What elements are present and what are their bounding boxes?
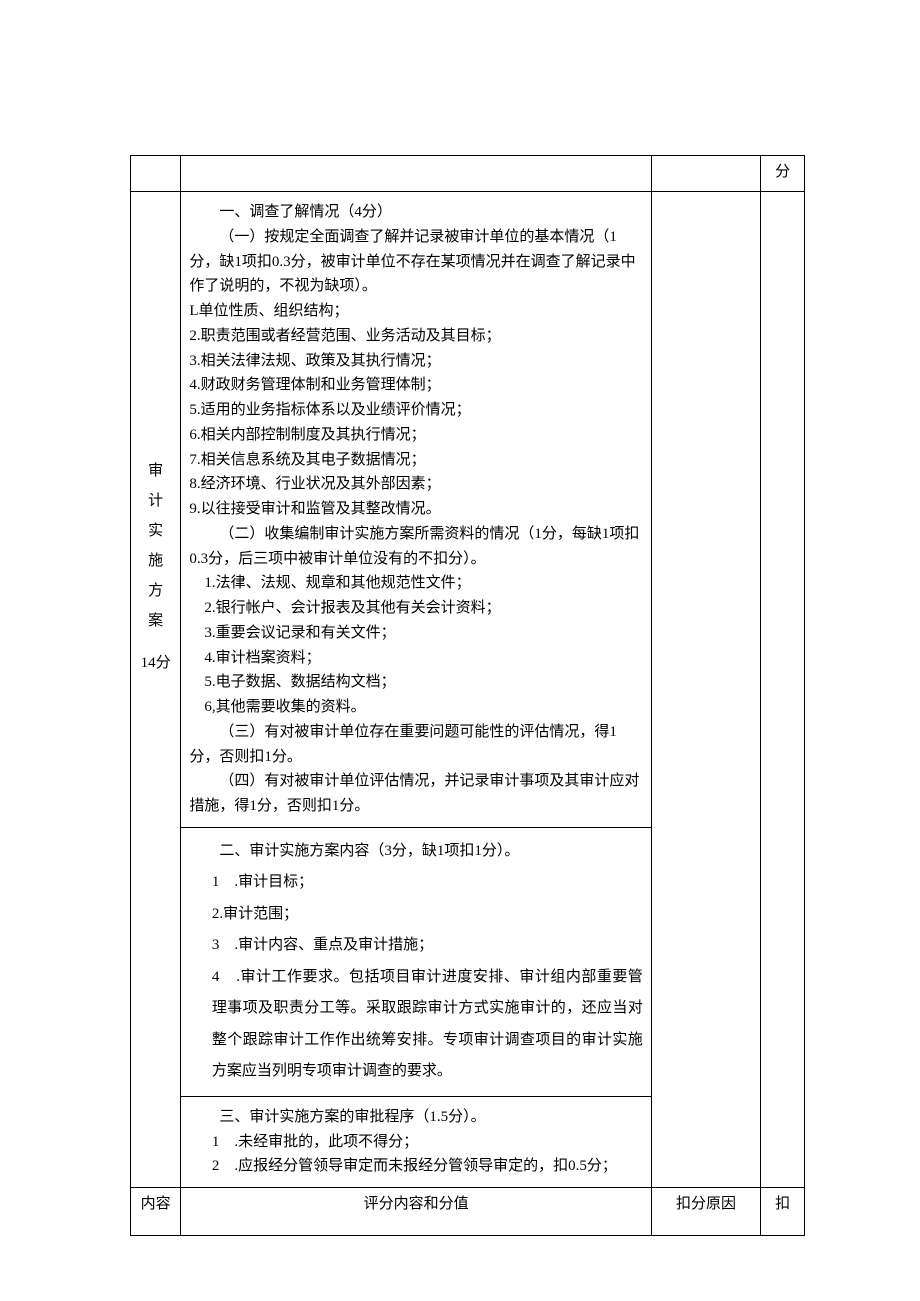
sec-a-item: 3.相关法律法规、政策及其执行情况； [189, 349, 642, 374]
section-a-content: 一、调查了解情况（4分） （一）按规定全面调查了解并记录被审计单位的基本情况（1… [181, 192, 651, 828]
label-score: 14分 [137, 648, 174, 678]
txt: .应报经分管领导审定而未报经分管领导审定的，扣0.5分； [234, 1158, 617, 1174]
footer-col-1: 内容 [131, 1188, 181, 1236]
sec-b-item-2: 2.审计范围； [189, 899, 642, 931]
num: 3 [212, 937, 220, 953]
sec-c-title: 三、审计实施方案的审批程序（1.5分）。 [189, 1105, 642, 1130]
num: 1 [212, 1134, 220, 1150]
label-char: 方 [137, 576, 174, 606]
top-blank-2 [181, 156, 651, 192]
label-char: 计 [137, 486, 174, 516]
deduct-reason-col [651, 192, 760, 1188]
sec-a-sub1: （一）按规定全面调查了解并记录被审计单位的基本情况（1分，缺1项扣0.3分，被审… [189, 225, 642, 299]
label-char: 实 [137, 516, 174, 546]
sec-a-item: 4.审计档案资料； [189, 646, 642, 671]
sec-a-item: 2.职责范围或者经营范围、业务活动及其目标； [189, 324, 642, 349]
sec-a-title: 一、调查了解情况（4分） [189, 200, 642, 225]
top-fen-cell: 分 [761, 156, 805, 192]
top-blank-3 [651, 156, 760, 192]
label-char: 案 [137, 606, 174, 636]
txt: .审计内容、重点及审计措施； [234, 937, 433, 953]
txt: .审计目标； [234, 874, 313, 890]
footer-col-3: 扣分原因 [651, 1188, 760, 1236]
sec-b-item-3: 3 .审计内容、重点及审计措施； [189, 930, 642, 962]
top-blank-1 [131, 156, 181, 192]
num: 2 [212, 1158, 220, 1174]
sec-a-item: 7.相关信息系统及其电子数据情况； [189, 448, 642, 473]
sec-a-item: 6,其他需要收集的资料。 [189, 695, 642, 720]
footer-col-4: 扣 [761, 1188, 805, 1236]
footer-col-2: 评分内容和分值 [181, 1188, 651, 1236]
num: 4 [212, 969, 220, 985]
num: 1 [212, 874, 220, 890]
sec-a-item: 5.适用的业务指标体系以及业绩评价情况； [189, 398, 642, 423]
scoring-table: 分 审 计 实 施 方 案 14分 一、调查了解情况（4分） （一）按规定全面调… [130, 155, 805, 1236]
sec-a-item: 4.财政财务管理体制和业务管理体制； [189, 373, 642, 398]
sec-b-item-1: 1 .审计目标； [189, 867, 642, 899]
sec-a-item: 8.经济环境、行业状况及其外部因素； [189, 472, 642, 497]
txt: .审计工作要求。包括项目审计进度安排、审计组内部重要管理事项及职责分工等。采取跟… [212, 969, 643, 1080]
sec-b-title: 二、审计实施方案内容（3分，缺1项扣1分）。 [189, 836, 642, 868]
label-char: 施 [137, 546, 174, 576]
sec-a-item: 6.相关内部控制制度及其执行情况； [189, 423, 642, 448]
section-c-content: 三、审计实施方案的审批程序（1.5分）。 1 .未经审批的，此项不得分； 2 .… [181, 1096, 651, 1187]
sec-a-item: L单位性质、组织结构； [189, 299, 642, 324]
sec-a-item: 1.法律、法规、规章和其他规范性文件； [189, 571, 642, 596]
sec-c-item-2: 2 .应报经分管领导审定而未报经分管领导审定的，扣0.5分； [189, 1154, 642, 1179]
label-char: 审 [137, 456, 174, 486]
section-b-content: 二、审计实施方案内容（3分，缺1项扣1分）。 1 .审计目标； 2.审计范围； … [181, 827, 651, 1096]
sec-a-item: 2.银行帐户、会计报表及其他有关会计资料； [189, 596, 642, 621]
txt: .未经审批的，此项不得分； [234, 1134, 418, 1150]
sec-a-item: 5.电子数据、数据结构文档； [189, 670, 642, 695]
sec-a-item: 3.重要会议记录和有关文件； [189, 621, 642, 646]
sec-c-item-1: 1 .未经审批的，此项不得分； [189, 1130, 642, 1155]
section-label-cell: 审 计 实 施 方 案 14分 [131, 192, 181, 1188]
sec-a-sub2: （二）收集编制审计实施方案所需资料的情况（1分，每缺1项扣0.3分，后三项中被审… [189, 522, 642, 572]
sec-a-sub4: （四）有对被审计单位评估情况，并记录审计事项及其审计应对措施，得1分，否则扣1分… [189, 769, 642, 819]
sec-b-item-4: 4 .审计工作要求。包括项目审计进度安排、审计组内部重要管理事项及职责分工等。采… [189, 962, 642, 1088]
sec-a-item: 9.以往接受审计和监管及其整改情况。 [189, 497, 642, 522]
sec-a-sub3: （三）有对被审计单位存在重要问题可能性的评估情况，得1分，否则扣1分。 [189, 720, 642, 770]
deduct-score-col [761, 192, 805, 1188]
